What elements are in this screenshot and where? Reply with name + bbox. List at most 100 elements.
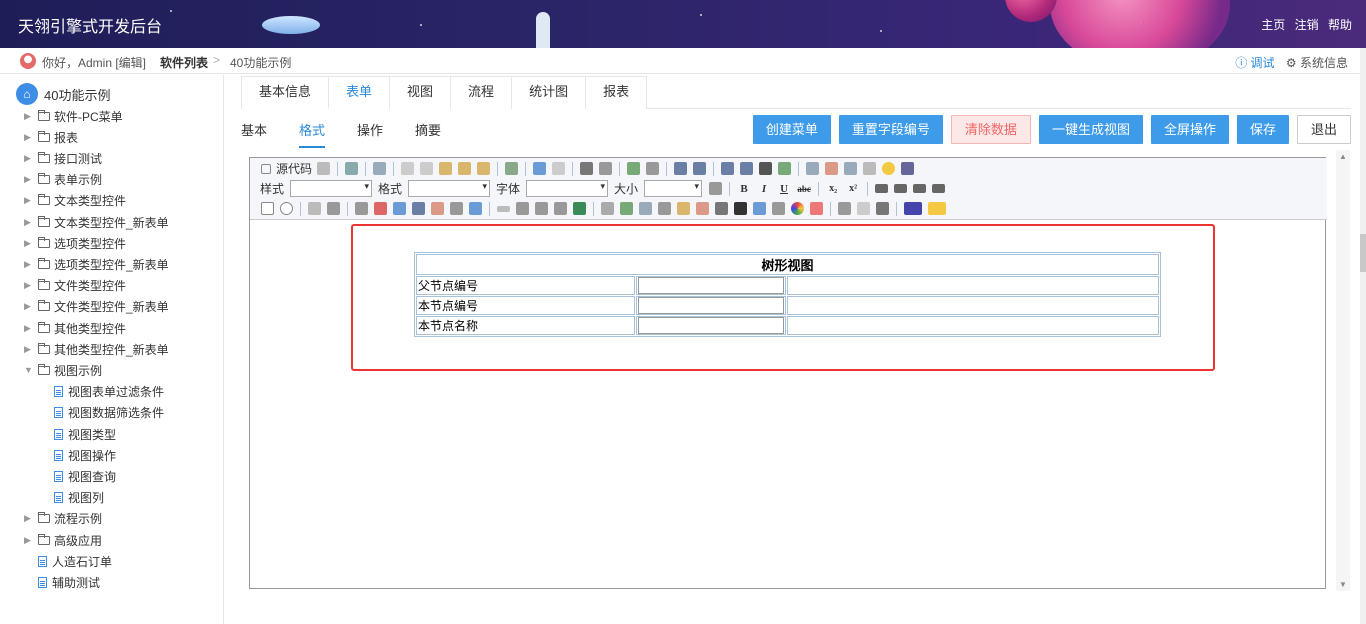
tab-basic-info[interactable]: 基本信息	[241, 76, 330, 109]
exit-button[interactable]: 退出	[1296, 115, 1351, 144]
image-icon[interactable]	[806, 162, 820, 175]
delete-control-icon[interactable]	[810, 202, 823, 215]
chevron-right-icon[interactable]: ▶	[24, 259, 34, 270]
user-greeting[interactable]: 你好，Admin [编辑]	[42, 54, 146, 71]
replace-icon[interactable]	[599, 162, 613, 175]
format-select[interactable]	[408, 180, 491, 197]
paste-icon[interactable]	[439, 162, 453, 175]
file-control-icon[interactable]	[516, 202, 529, 215]
select-all-icon[interactable]	[627, 162, 641, 175]
textarea-control-icon[interactable]	[327, 202, 340, 215]
breadcrumb-software-list[interactable]: 软件列表	[160, 54, 208, 71]
chevron-right-icon[interactable]: ▶	[24, 174, 34, 185]
sidebar-item[interactable]: 视图操作	[52, 445, 116, 465]
cut-icon[interactable]	[401, 162, 415, 175]
div-icon[interactable]	[778, 162, 792, 175]
sidebar-item[interactable]: ▶ 选项类型控件_新表单	[24, 254, 169, 274]
attach-control-icon[interactable]	[535, 202, 548, 215]
checkbox-control-icon[interactable]	[261, 202, 274, 215]
chevron-right-icon[interactable]: ▶	[24, 323, 34, 334]
maximize-icon[interactable]	[709, 182, 723, 195]
sidebar-item[interactable]: ▼ 视图示例	[24, 360, 102, 380]
sidebar-item[interactable]: ▶ 表单示例	[24, 170, 102, 190]
sidebar-item[interactable]: ▶ 其他类型控件	[24, 318, 126, 338]
indent-icon[interactable]	[740, 162, 754, 175]
sidebar-item[interactable]: ▶ 选项类型控件	[24, 233, 126, 253]
sidebar-item[interactable]: ▶ 其他类型控件_新表单	[24, 339, 169, 359]
chevron-right-icon[interactable]: ▶	[24, 111, 34, 122]
paste-word-icon[interactable]	[477, 162, 491, 175]
tab-flow[interactable]: 流程	[450, 76, 513, 109]
source-button[interactable]: 源代码	[276, 160, 312, 177]
subtab-summary[interactable]: 摘要	[415, 120, 441, 148]
mic-control-icon[interactable]	[715, 202, 728, 215]
textfield-control-icon[interactable]	[308, 202, 321, 215]
strike-icon[interactable]: abc	[797, 184, 811, 194]
blockquote-icon[interactable]	[759, 162, 773, 175]
help-link[interactable]: 帮助	[1328, 18, 1352, 32]
sidebar-item[interactable]: ▶ 接口测试	[24, 148, 102, 168]
tree-control-icon[interactable]	[431, 202, 444, 215]
node-name-input[interactable]	[638, 317, 784, 334]
create-menu-button[interactable]: 创建菜单	[752, 115, 831, 144]
spellcheck-icon[interactable]	[505, 162, 519, 175]
suggest-control-icon[interactable]	[450, 202, 463, 215]
sidebar-item[interactable]: ▶ 流程示例	[24, 509, 102, 529]
logout-link[interactable]: 注销	[1295, 18, 1319, 32]
home-link[interactable]: 主页	[1261, 18, 1285, 32]
redo-icon[interactable]	[552, 162, 566, 175]
chevron-right-icon[interactable]: ▶	[24, 535, 34, 546]
bg-color-icon[interactable]	[928, 202, 946, 215]
weixin-control-icon[interactable]	[753, 202, 766, 215]
tab-chart[interactable]: 统计图	[511, 76, 587, 109]
remove-format-icon[interactable]	[646, 162, 660, 175]
subscript-icon[interactable]: x₂	[826, 183, 840, 194]
subtab-basic[interactable]: 基本	[241, 120, 267, 148]
sidebar-item[interactable]: ▶ 文本类型控件_新表单	[24, 212, 169, 232]
subtab-operation[interactable]: 操作	[357, 120, 383, 148]
editor-content[interactable]: 树形视图 父节点编号 本节点编号 本节点名称	[250, 221, 1325, 588]
undo-icon[interactable]	[533, 162, 547, 175]
special-char-icon[interactable]	[901, 162, 915, 175]
hr-icon[interactable]	[863, 162, 877, 175]
chevron-right-icon[interactable]: ▶	[24, 301, 34, 312]
numbered-list-icon[interactable]	[674, 162, 688, 175]
italic-icon[interactable]: I	[757, 183, 771, 195]
sidebar-item[interactable]: 辅助测试	[36, 572, 100, 592]
sidebar-item[interactable]: ▶ 文件类型控件	[24, 276, 126, 296]
button-control-icon[interactable]	[497, 205, 510, 212]
source-icon[interactable]	[261, 163, 271, 174]
date-control-icon[interactable]	[374, 202, 387, 215]
find-icon[interactable]	[580, 162, 594, 175]
radio-control-icon[interactable]	[280, 202, 293, 215]
clear-data-button[interactable]: 清除数据	[950, 115, 1031, 144]
editor-scrollbar[interactable]: ▲ ▼	[1336, 150, 1350, 591]
link-icon[interactable]	[838, 202, 851, 215]
preview-icon[interactable]	[345, 162, 359, 175]
copy-icon[interactable]	[420, 162, 434, 175]
scroll-down-icon[interactable]: ▼	[1339, 580, 1347, 589]
user-control-icon[interactable]	[393, 202, 406, 215]
page-scrollbar[interactable]	[1360, 48, 1366, 624]
qrcode-control-icon[interactable]	[734, 202, 747, 215]
anchor-icon[interactable]	[876, 202, 889, 215]
table-icon[interactable]	[844, 162, 858, 175]
tab-form[interactable]: 表单	[328, 76, 391, 109]
superscript-icon[interactable]: x²	[846, 183, 860, 194]
chevron-right-icon[interactable]: ▶	[24, 238, 34, 249]
subtab-format[interactable]: 格式	[299, 120, 326, 148]
chevron-down-icon[interactable]: ▼	[24, 365, 34, 375]
tab-report[interactable]: 报表	[585, 76, 648, 109]
sidebar-item[interactable]: 视图数据筛选条件	[52, 403, 164, 423]
tab-control-icon[interactable]	[620, 202, 633, 215]
paste-text-icon[interactable]	[458, 162, 472, 175]
chevron-right-icon[interactable]: ▶	[24, 132, 34, 143]
map-control-icon[interactable]	[696, 202, 709, 215]
sidebar-item[interactable]: ▶ 软件-PC菜单	[24, 106, 123, 126]
unlink-icon[interactable]	[857, 202, 870, 215]
outdent-icon[interactable]	[721, 162, 735, 175]
chevron-right-icon[interactable]: ▶	[24, 217, 34, 228]
sidebar-item[interactable]: 视图列	[52, 488, 104, 508]
chevron-right-icon[interactable]: ▶	[24, 153, 34, 164]
smiley-icon[interactable]	[882, 162, 896, 175]
